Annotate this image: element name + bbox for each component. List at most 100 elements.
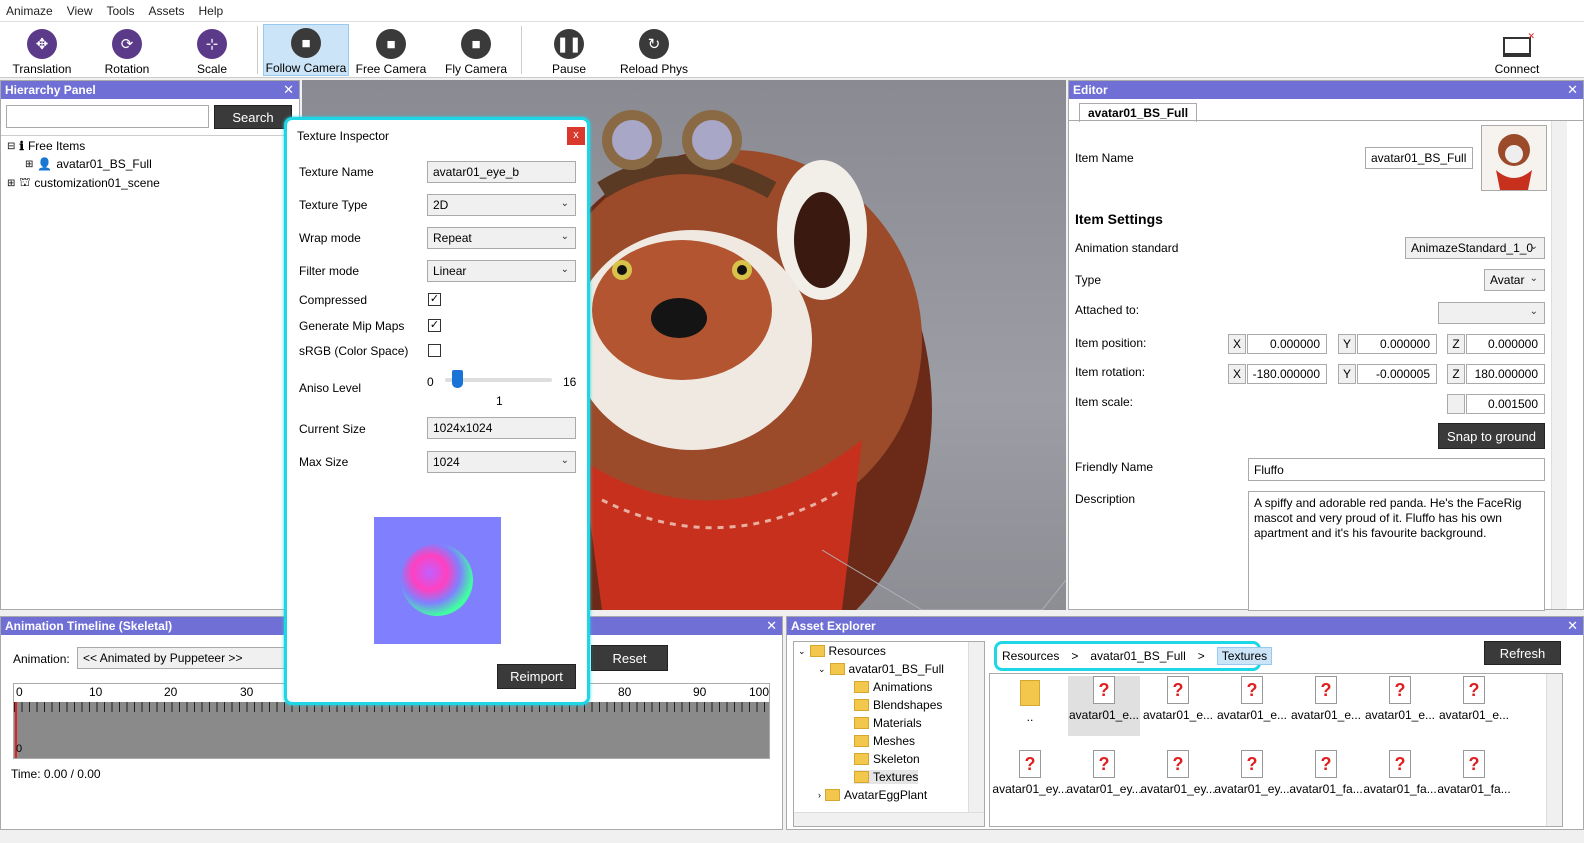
srgb-checkbox[interactable] [428,344,441,357]
texture-preview [374,517,501,644]
refresh-button[interactable]: Refresh [1484,641,1561,665]
reset-button[interactable]: Reset [591,645,668,671]
expand-icon: ⊞ [7,177,16,189]
texture-name-field[interactable]: avatar01_eye_b [427,161,576,183]
pause-button[interactable]: ❚❚ Pause [538,24,600,76]
tree-item-eggplant[interactable]: › AvatarEggPlant [818,788,927,802]
hierarchy-search-input[interactable] [6,105,209,128]
description-textarea[interactable]: A spiffy and adorable red panda. He's th… [1248,491,1545,611]
reimport-button[interactable]: Reimport [497,664,576,689]
tree-item-scene[interactable]: ⊞ ⛫ customization01_scene [7,175,160,191]
mipmaps-checkbox[interactable]: ✓ [428,319,441,332]
wrap-mode-select[interactable]: Repeat ⌄ [427,227,576,249]
asset-item[interactable]: ? avatar01_e... [1068,676,1140,736]
rotation-button[interactable]: ⟳ Rotation [95,24,159,76]
translation-button[interactable]: ✥ Translation [10,24,74,76]
item-name-field[interactable]: avatar01_BS_Full [1365,147,1473,169]
position-x-field[interactable]: 0.000000 [1247,334,1327,354]
asset-item[interactable]: ? avatar01_fa... [1363,750,1437,810]
editor-panel: Editor ✕ avatar01_BS_Full Item Name avat… [1068,80,1584,611]
folder-icon [854,771,869,783]
rotation-x-field[interactable]: -180.000000 [1247,364,1327,384]
attached-to-select[interactable]: ⌄ [1438,302,1545,324]
tree-label: Meshes [873,734,916,748]
folder-icon [854,681,869,693]
menu-tools[interactable]: Tools [106,4,134,18]
asset-item[interactable]: ? avatar01_fa... [1437,750,1511,810]
menu-assets[interactable]: Assets [149,4,185,18]
close-icon[interactable]: ✕ [1567,617,1578,635]
asset-item[interactable]: ? avatar01_e... [1364,676,1436,736]
scale-button[interactable]: ⊹ Scale [180,24,244,76]
tree-vscrollbar[interactable] [968,642,984,812]
scale-field[interactable]: 0.001500 [1466,394,1545,414]
filter-mode-select[interactable]: Linear ⌄ [427,260,576,282]
asset-item[interactable]: ? avatar01_fa... [1289,750,1363,810]
reload-phys-button[interactable]: ↻ Reload Phys [616,24,692,76]
type-select[interactable]: Avatar ⌄ [1484,269,1545,291]
tree-item-textures[interactable]: Textures [854,770,919,784]
asset-grid-scrollbar[interactable] [1546,674,1562,826]
missing-file-icon: ? [1241,676,1263,704]
max-size-select[interactable]: 1024 ⌄ [427,451,576,473]
breadcrumb-resources[interactable]: Resources [1002,649,1059,663]
search-button[interactable]: Search [214,105,292,129]
hierarchy-title: Hierarchy Panel [5,83,96,97]
attached-to-label: Attached to: [1075,303,1140,317]
asset-item[interactable]: ? avatar01_ey... [1214,750,1290,810]
compressed-checkbox[interactable]: ✓ [428,293,441,306]
tree-hscrollbar[interactable] [794,812,984,826]
rotation-y-field[interactable]: -0.000005 [1357,364,1437,384]
tree-item-animations[interactable]: Animations [854,680,932,694]
aniso-slider-thumb[interactable] [451,370,463,388]
editor-scrollbar[interactable] [1551,121,1567,609]
position-z-field[interactable]: 0.000000 [1466,334,1545,354]
fly-camera-button[interactable]: ■ Fly Camera [440,24,512,76]
chevron-down-icon: ⌄ [560,264,569,275]
tree-item-materials[interactable]: Materials [854,716,922,730]
animation-select[interactable]: << Animated by Puppeteer >> [77,647,287,669]
rotation-z-field[interactable]: 180.000000 [1466,364,1545,384]
tree-item-meshes[interactable]: Meshes [854,734,915,748]
menu-help[interactable]: Help [199,4,224,18]
breadcrumb-avatar[interactable]: avatar01_BS_Full [1090,649,1185,663]
asset-parent-folder[interactable]: .. [994,676,1066,736]
free-camera-button[interactable]: ■ Free Camera [353,24,429,76]
tree-item-avatar-folder[interactable]: ⌄ avatar01_BS_Full [818,662,944,676]
close-icon[interactable]: ✕ [1567,81,1578,99]
asset-item[interactable]: ? avatar01_e... [1142,676,1214,736]
connect-button[interactable]: ✕ Connect [1484,24,1550,76]
asset-item[interactable]: ? avatar01_ey... [992,750,1068,810]
asset-item[interactable]: ? avatar01_e... [1290,676,1362,736]
close-icon[interactable]: ✕ [283,81,294,99]
close-icon[interactable]: ✕ [766,617,777,635]
asset-item[interactable]: ? avatar01_ey... [1140,750,1216,810]
missing-file-icon: ? [1241,750,1263,778]
free-camera-label: Free Camera [355,62,427,76]
scale-lock-box[interactable] [1447,394,1465,414]
animation-standard-select[interactable]: AnimazeStandard_1_0 ⌄ [1405,237,1545,259]
tree-item-avatar[interactable]: ⊞ 👤 avatar01_BS_Full [25,157,152,171]
tree-item-free-items[interactable]: ⊟ ℹ Free Items [7,139,85,153]
menu-animaze[interactable]: Animaze [6,4,53,18]
tree-item-resources[interactable]: ⌄ Resources [798,644,886,658]
asset-item[interactable]: ? avatar01_ey... [1066,750,1142,810]
snap-to-ground-button[interactable]: Snap to ground [1438,423,1545,449]
tree-label: Materials [873,716,922,730]
friendly-name-field[interactable]: Fluffo [1248,458,1545,481]
texture-type-select[interactable]: 2D ⌄ [427,194,576,216]
menu-view[interactable]: View [67,4,93,18]
breadcrumb: Resources > avatar01_BS_Full > Textures [994,641,1273,671]
position-y-field[interactable]: 0.000000 [1357,334,1437,354]
animation-standard-label: Animation standard [1075,241,1179,255]
follow-camera-button[interactable]: ■ Follow Camera [263,24,349,76]
tree-item-skeleton[interactable]: Skeleton [854,752,920,766]
asset-item[interactable]: ? avatar01_e... [1216,676,1288,736]
missing-file-icon: ? [1389,676,1411,704]
breadcrumb-textures[interactable]: Textures [1216,647,1273,665]
collapse-icon: ⌄ [818,663,826,674]
close-button[interactable]: x [567,127,585,145]
asset-item[interactable]: ? avatar01_e... [1438,676,1510,736]
tree-item-blendshapes[interactable]: Blendshapes [854,698,942,712]
scene-icon: ⛫ [19,175,31,189]
